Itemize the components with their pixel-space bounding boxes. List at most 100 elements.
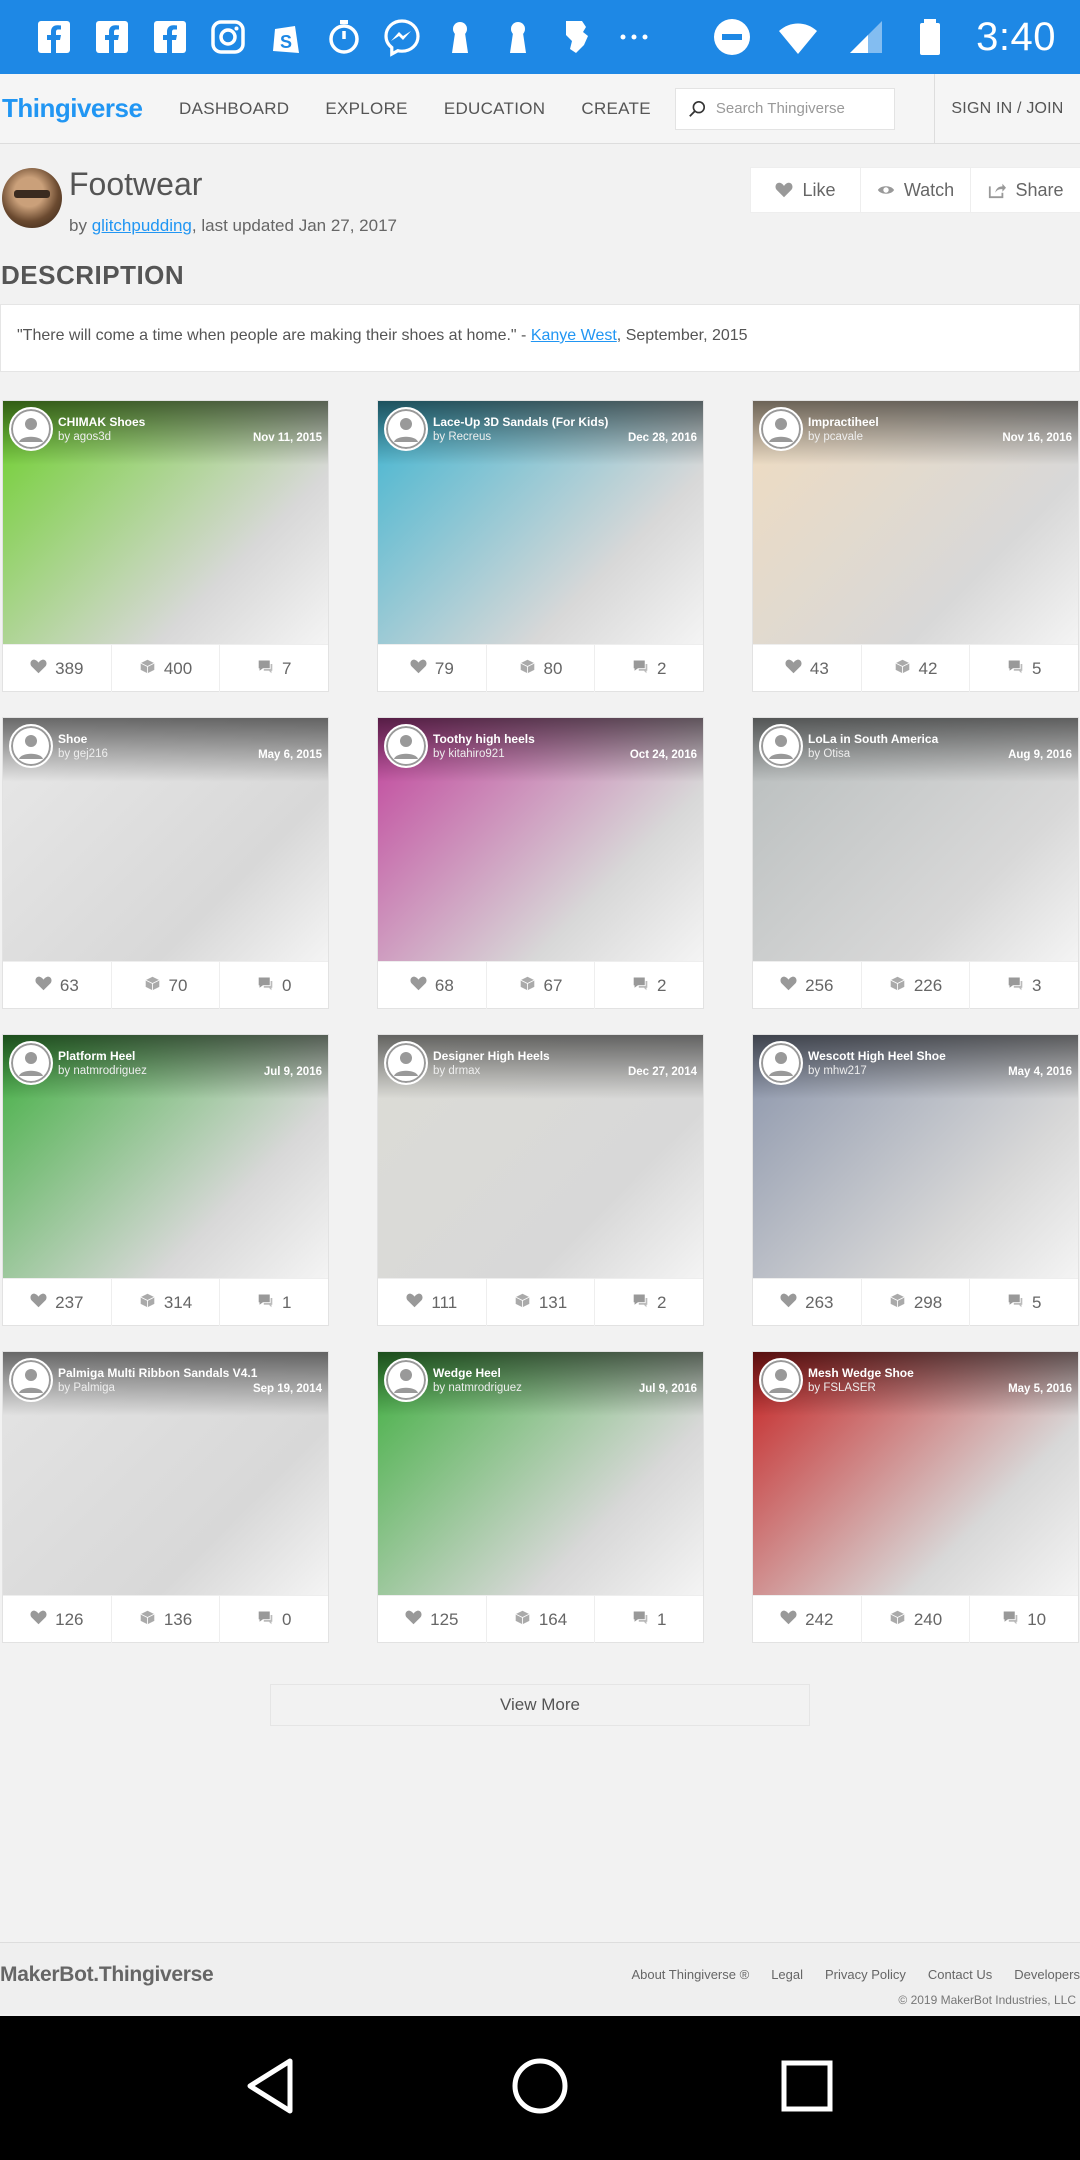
- thing-card[interactable]: LoLa in South America by Otisa Aug 9, 2016…: [752, 717, 1079, 1009]
- quote-author-link[interactable]: Kanye West: [531, 327, 617, 344]
- thing-creator[interactable]: by gej216: [58, 748, 108, 760]
- comments-count[interactable]: 5: [970, 1279, 1078, 1326]
- likes-count[interactable]: 242: [753, 1596, 862, 1643]
- thing-thumbnail[interactable]: Toothy high heels by kitahiro921 Oct 24, 2…: [378, 718, 703, 961]
- collects-count[interactable]: 42: [862, 645, 971, 692]
- collects-count[interactable]: 80: [487, 645, 596, 692]
- collects-count[interactable]: 131: [487, 1279, 596, 1326]
- footer-link-privacy[interactable]: Privacy Policy: [825, 1967, 906, 1982]
- thing-title[interactable]: Wescott High Heel Shoe: [808, 1049, 946, 1063]
- thing-thumbnail[interactable]: Designer High Heels by drmax Dec 27, 2014: [378, 1035, 703, 1278]
- likes-count[interactable]: 43: [753, 645, 862, 692]
- home-button[interactable]: [505, 2051, 575, 2126]
- thing-thumbnail[interactable]: Wedge Heel by natmrodriguez Jul 9, 2016: [378, 1352, 703, 1595]
- thing-title[interactable]: Platform Heel: [58, 1049, 135, 1063]
- comments-count[interactable]: 2: [595, 1279, 703, 1326]
- collects-count[interactable]: 400: [112, 645, 221, 692]
- thing-title[interactable]: Shoe: [58, 732, 87, 746]
- likes-count[interactable]: 256: [753, 962, 862, 1009]
- comments-count[interactable]: 1: [220, 1279, 328, 1326]
- thing-creator[interactable]: by Recreus: [433, 431, 491, 443]
- thing-thumbnail[interactable]: CHIMAK Shoes by agos3d Nov 11, 2015: [3, 401, 328, 644]
- creator-avatar-icon[interactable]: [759, 1358, 803, 1402]
- view-more-button[interactable]: View More: [270, 1684, 810, 1726]
- creator-avatar-icon[interactable]: [384, 724, 428, 768]
- creator-avatar-icon[interactable]: [9, 724, 53, 768]
- creator-avatar-icon[interactable]: [384, 1358, 428, 1402]
- thing-creator[interactable]: by drmax: [433, 1065, 480, 1077]
- thing-card[interactable]: CHIMAK Shoes by agos3d Nov 11, 2015 389 400 7: [2, 400, 329, 692]
- creator-avatar-icon[interactable]: [9, 407, 53, 451]
- creator-avatar-icon[interactable]: [9, 1358, 53, 1402]
- thing-thumbnail[interactable]: LoLa in South America by Otisa Aug 9, 2016: [753, 718, 1078, 961]
- thing-creator[interactable]: by FSLASER: [808, 1382, 876, 1394]
- thing-card[interactable]: Lace-Up 3D Sandals (For Kids) by Recreus D…: [377, 400, 704, 692]
- footer-link-about[interactable]: About Thingiverse ®: [631, 1967, 749, 1982]
- comments-count[interactable]: 2: [595, 645, 703, 692]
- thing-title[interactable]: Designer High Heels: [433, 1049, 550, 1063]
- collects-count[interactable]: 67: [487, 962, 596, 1009]
- thing-title[interactable]: Lace-Up 3D Sandals (For Kids): [433, 415, 608, 429]
- thing-card[interactable]: Toothy high heels by kitahiro921 Oct 24, 2…: [377, 717, 704, 1009]
- footer-link-developers[interactable]: Developers: [1014, 1967, 1080, 1982]
- recents-button[interactable]: [772, 2051, 842, 2126]
- creator-avatar-icon[interactable]: [384, 1041, 428, 1085]
- collects-count[interactable]: 136: [112, 1596, 221, 1643]
- thing-card[interactable]: Mesh Wedge Shoe by FSLASER May 5, 2016 242 2…: [752, 1351, 1079, 1643]
- likes-count[interactable]: 79: [378, 645, 487, 692]
- thing-thumbnail[interactable]: Palmiga Multi Ribbon Sandals V4.1 by Palm…: [3, 1352, 328, 1595]
- thing-title[interactable]: Toothy high heels: [433, 732, 535, 746]
- thing-card[interactable]: Wescott High Heel Shoe by mhw217 May 4, 20…: [752, 1034, 1079, 1326]
- likes-count[interactable]: 111: [378, 1279, 487, 1326]
- likes-count[interactable]: 237: [3, 1279, 112, 1326]
- comments-count[interactable]: 5: [970, 645, 1078, 692]
- creator-avatar[interactable]: [2, 168, 62, 228]
- nav-education[interactable]: EDUCATION: [444, 99, 546, 119]
- likes-count[interactable]: 389: [3, 645, 112, 692]
- share-button[interactable]: Share: [971, 168, 1080, 212]
- thing-thumbnail[interactable]: Wescott High Heel Shoe by mhw217 May 4, 20…: [753, 1035, 1078, 1278]
- watch-button[interactable]: Watch: [861, 168, 971, 212]
- thing-thumbnail[interactable]: Shoe by gej216 May 6, 2015: [3, 718, 328, 961]
- nav-explore[interactable]: EXPLORE: [325, 99, 407, 119]
- nav-dashboard[interactable]: DASHBOARD: [179, 99, 289, 119]
- nav-create[interactable]: CREATE: [581, 99, 651, 119]
- collects-count[interactable]: 240: [862, 1596, 971, 1643]
- thing-title[interactable]: Mesh Wedge Shoe: [808, 1366, 914, 1380]
- likes-count[interactable]: 63: [3, 962, 112, 1009]
- creator-avatar-icon[interactable]: [759, 407, 803, 451]
- collects-count[interactable]: 226: [862, 962, 971, 1009]
- thing-thumbnail[interactable]: Platform Heel by natmrodriguez Jul 9, 2016: [3, 1035, 328, 1278]
- sign-in-join-button[interactable]: SIGN IN / JOIN: [934, 73, 1080, 144]
- footer-link-contact[interactable]: Contact Us: [928, 1967, 992, 1982]
- thing-thumbnail[interactable]: Lace-Up 3D Sandals (For Kids) by Recreus D…: [378, 401, 703, 644]
- comments-count[interactable]: 3: [970, 962, 1078, 1009]
- thing-card[interactable]: Designer High Heels by drmax Dec 27, 2014 1…: [377, 1034, 704, 1326]
- thing-creator[interactable]: by agos3d: [58, 431, 111, 443]
- comments-count[interactable]: 10: [970, 1596, 1078, 1643]
- thing-thumbnail[interactable]: Mesh Wedge Shoe by FSLASER May 5, 2016: [753, 1352, 1078, 1595]
- comments-count[interactable]: 7: [220, 645, 328, 692]
- thing-creator[interactable]: by Otisa: [808, 748, 850, 760]
- comments-count[interactable]: 2: [595, 962, 703, 1009]
- thing-title[interactable]: CHIMAK Shoes: [58, 415, 145, 429]
- likes-count[interactable]: 263: [753, 1279, 862, 1326]
- likes-count[interactable]: 126: [3, 1596, 112, 1643]
- thing-card[interactable]: Platform Heel by natmrodriguez Jul 9, 2016…: [2, 1034, 329, 1326]
- collects-count[interactable]: 70: [112, 962, 221, 1009]
- like-button[interactable]: Like: [751, 168, 861, 212]
- thingiverse-logo[interactable]: Thingiverse: [0, 93, 165, 124]
- thing-creator[interactable]: by natmrodriguez: [433, 1382, 522, 1394]
- footer-link-legal[interactable]: Legal: [771, 1967, 803, 1982]
- thing-card[interactable]: Wedge Heel by natmrodriguez Jul 9, 2016 125…: [377, 1351, 704, 1643]
- creator-avatar-icon[interactable]: [759, 724, 803, 768]
- comments-count[interactable]: 0: [220, 962, 328, 1009]
- author-link[interactable]: glitchpudding: [92, 216, 192, 235]
- comments-count[interactable]: 0: [220, 1596, 328, 1643]
- thing-title[interactable]: Palmiga Multi Ribbon Sandals V4.1: [58, 1366, 257, 1380]
- thing-creator[interactable]: by Palmiga: [58, 1382, 115, 1394]
- thing-creator[interactable]: by mhw217: [808, 1065, 867, 1077]
- creator-avatar-icon[interactable]: [759, 1041, 803, 1085]
- collects-count[interactable]: 298: [862, 1279, 971, 1326]
- thing-card[interactable]: Impractiheel by pcavale Nov 16, 2016 43 42 5: [752, 400, 1079, 692]
